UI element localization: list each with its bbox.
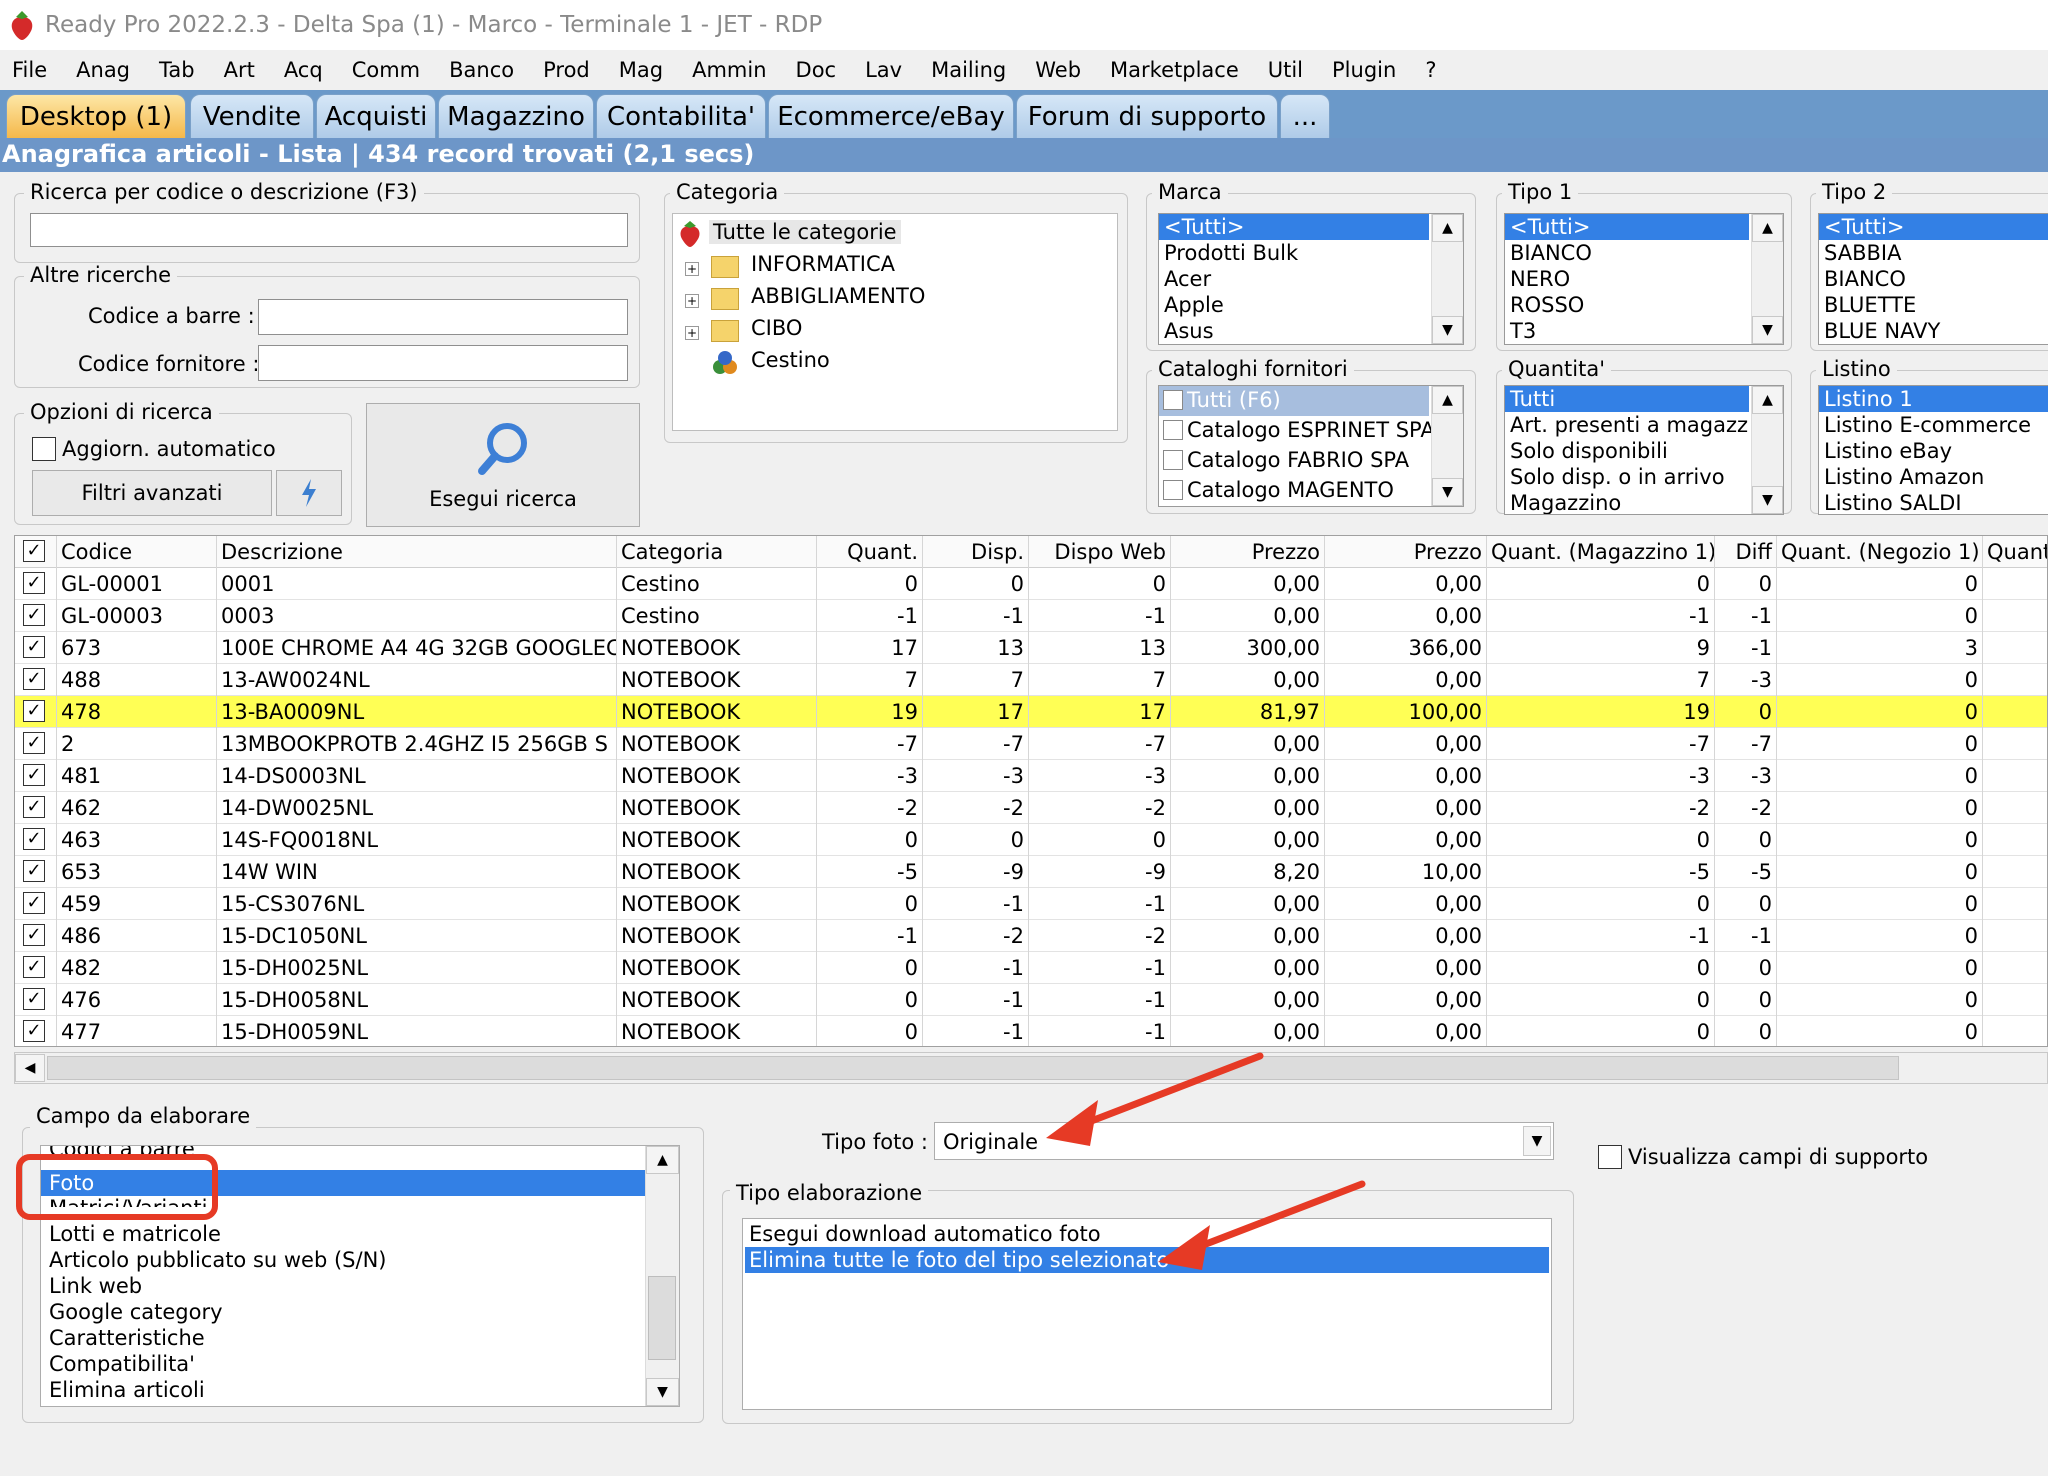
arrow-head [1158,1225,1210,1270]
arrow-line [1064,1052,1264,1134]
arrow-head [1046,1100,1098,1146]
arrow-line [1176,1180,1366,1258]
annotation-arrows [1046,1052,1366,1270]
